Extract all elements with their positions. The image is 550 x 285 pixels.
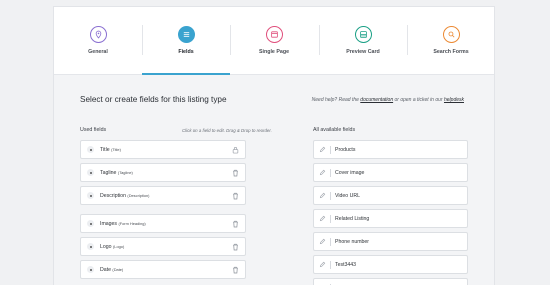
tab-label: Preview Card (346, 49, 380, 55)
divider (330, 169, 331, 177)
field-name: Tagline (Tagline) (100, 170, 133, 176)
divider (330, 215, 331, 223)
drag-handle-icon[interactable] (87, 192, 94, 199)
list-icon (178, 26, 195, 43)
divider (330, 192, 331, 200)
listing-type-editor: General Fields Single Page Preview Card (53, 6, 495, 285)
tab-single-page[interactable]: Single Page (230, 7, 318, 75)
help-middle: or open a ticket in our (394, 97, 443, 103)
tab-preview-card[interactable]: Preview Card (319, 7, 407, 75)
tab-label: Search Forms (433, 49, 469, 55)
top-tab-bar: General Fields Single Page Preview Card (54, 7, 494, 75)
field-name: Description (Description) (100, 193, 150, 199)
drag-handle-icon[interactable] (87, 220, 94, 227)
divider (330, 238, 331, 246)
field-name: Related Listing (335, 216, 370, 222)
field-name: Cover image (335, 170, 365, 176)
reorder-hint: Click on a field to edit. Drag & Drop to… (182, 128, 272, 133)
trash-icon[interactable] (232, 192, 239, 200)
trash-icon[interactable] (232, 266, 239, 274)
location-pin-icon (90, 26, 107, 43)
drag-handle-icon[interactable] (87, 146, 94, 153)
drag-handle-icon[interactable] (87, 243, 94, 250)
used-field-title[interactable]: Title (Title) (80, 140, 246, 159)
field-name: Products (335, 147, 356, 153)
drag-handle-icon[interactable] (87, 169, 94, 176)
divider (330, 261, 331, 269)
used-fields-label: Used fields (80, 127, 107, 133)
field-name: Phone number (335, 239, 370, 245)
available-field-related-listing[interactable]: Related Listing (313, 209, 468, 228)
used-field-logo[interactable]: Logo (Logo) (80, 237, 246, 256)
tab-fields[interactable]: Fields (142, 7, 230, 75)
trash-icon[interactable] (232, 220, 239, 228)
tab-label: General (88, 49, 108, 55)
available-field-phone-number[interactable]: Phone number (313, 232, 468, 251)
help-prefix: Need help? Read the (311, 97, 359, 103)
field-name: Date (Date) (100, 267, 124, 273)
used-field-date[interactable]: Date (Date) (80, 260, 246, 279)
page-heading: Select or create fields for this listing… (80, 95, 227, 104)
pencil-icon (319, 146, 326, 153)
tab-label: Single Page (258, 49, 290, 55)
pencil-icon (319, 215, 326, 222)
help-text: Need help? Read the documentation or ope… (312, 97, 464, 103)
field-name: Logo (Logo) (100, 244, 125, 250)
field-name: Images (Form Heading) (100, 221, 146, 227)
lock-icon (232, 146, 239, 154)
field-name: Test3443 (335, 262, 357, 268)
field-name: Video URL (335, 193, 360, 199)
documentation-link[interactable]: documentation (360, 97, 393, 103)
trash-icon[interactable] (232, 169, 239, 177)
available-fields-label: All available fields (313, 127, 356, 133)
search-icon (443, 26, 460, 43)
available-field-test3443[interactable]: Test3443 (313, 255, 468, 274)
tab-label: Fields (178, 49, 194, 55)
pencil-icon (319, 261, 326, 268)
helpdesk-link[interactable]: helpdesk (444, 97, 464, 103)
divider (330, 146, 331, 154)
used-field-tagline[interactable]: Tagline (Tagline) (80, 163, 246, 182)
tab-search-forms[interactable]: Search Forms (407, 7, 494, 75)
tab-general[interactable]: General (54, 7, 142, 75)
field-name: Title (Title) (100, 147, 121, 153)
used-field-description[interactable]: Description (Description) (80, 186, 246, 205)
available-field-products[interactable]: Products (313, 140, 468, 159)
card-icon (355, 26, 372, 43)
available-field-video-url[interactable]: Video URL (313, 186, 468, 205)
trash-icon[interactable] (232, 243, 239, 251)
used-field-images[interactable]: Images (Form Heading) (80, 214, 246, 233)
active-tab-indicator (142, 73, 230, 75)
drag-handle-icon[interactable] (87, 266, 94, 273)
pencil-icon (319, 169, 326, 176)
pencil-icon (319, 192, 326, 199)
layout-icon (266, 26, 283, 43)
available-field-cover-image[interactable]: Cover image (313, 163, 468, 182)
available-field-partial[interactable] (313, 278, 468, 285)
pencil-icon (319, 238, 326, 245)
